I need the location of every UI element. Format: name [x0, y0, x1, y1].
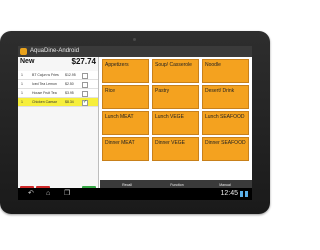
order-row-name: Chicken Caesar: [32, 100, 57, 104]
menu-tile-appetizers[interactable]: Appetizers: [102, 59, 149, 83]
order-row-name: BT Cajun w Fries: [32, 73, 59, 77]
order-row-qty: 1: [21, 82, 23, 86]
menu-tile-soup-casserole[interactable]: Soup/ Casserole: [152, 59, 199, 83]
order-header: New $27.74: [18, 57, 98, 71]
menu-tile-lunch-seafood[interactable]: Lunch SEAFOOD: [202, 111, 249, 135]
menu-tile-desert-drink[interactable]: Desert/ Drink: [202, 85, 249, 109]
recent-apps-icon[interactable]: ❐: [64, 190, 70, 198]
menu-tile-rice[interactable]: Rice: [102, 85, 149, 109]
order-row-price: $2.50: [65, 82, 74, 86]
signal-battery-icon: [240, 191, 250, 197]
menu-tile-dinner-vege[interactable]: Dinner VEGE: [152, 137, 199, 161]
order-list: 1 BT Cajun w Fries $12.95 1 Iced Tea Lem…: [18, 71, 98, 107]
system-nav-bar: ↶ ⌂ ❐ 12:45: [18, 188, 252, 200]
menu-tile-lunch-vege[interactable]: Lunch VEGE: [152, 111, 199, 135]
order-status: New: [20, 58, 35, 65]
order-panel: New $27.74 1 BT Cajun w Fries $12.95 1 I…: [18, 57, 99, 180]
back-arrow-icon[interactable]: ↶: [28, 190, 34, 198]
order-row-checkbox[interactable]: [82, 82, 88, 88]
order-row-checkbox[interactable]: [82, 91, 88, 97]
menu-tile-noodle[interactable]: Noodle: [202, 59, 249, 83]
menu-tile-dinner-meat[interactable]: Dinner MEAT: [102, 137, 149, 161]
order-row-name: Iced Tea Lemon: [32, 82, 57, 86]
menu-tile-pastry[interactable]: Pastry: [152, 85, 199, 109]
camera-lens: [133, 38, 136, 41]
menu-tile-lunch-meat[interactable]: Lunch MEAT: [102, 111, 149, 135]
order-row-name: House Fruit Tea: [32, 91, 57, 95]
order-row[interactable]: 1 House Fruit Tea $3.95: [18, 89, 98, 98]
app-logo-icon: [20, 48, 27, 55]
menu-category-grid: Appetizers Soup/ Casserole Noodle Rice P…: [100, 57, 252, 180]
app-title: AquaDine-Android: [30, 48, 80, 54]
order-row-selected[interactable]: 1 Chicken Caesar $8.34: [18, 98, 98, 107]
order-total: $27.74: [71, 57, 96, 66]
order-row-price: $12.95: [65, 73, 76, 77]
menu-tile-dinner-seafood[interactable]: Dinner SEAFOOD: [202, 137, 249, 161]
order-row-qty: 1: [21, 91, 23, 95]
order-row-qty: 1: [21, 100, 23, 104]
order-row-check-icon[interactable]: [82, 98, 88, 106]
home-icon[interactable]: ⌂: [46, 190, 50, 198]
order-row-price: $3.95: [65, 91, 74, 95]
order-row[interactable]: 1 Iced Tea Lemon $2.50: [18, 80, 98, 89]
order-row[interactable]: 1 BT Cajun w Fries $12.95: [18, 71, 98, 80]
app-screen: AquaDine-Android New $27.74 1 BT Cajun w…: [18, 46, 252, 200]
order-row-price: $8.34: [65, 100, 74, 104]
order-row-checkbox[interactable]: [82, 73, 88, 79]
app-title-bar: AquaDine-Android: [18, 46, 252, 57]
clock: 12:45: [220, 190, 238, 197]
order-row-qty: 1: [21, 73, 23, 77]
